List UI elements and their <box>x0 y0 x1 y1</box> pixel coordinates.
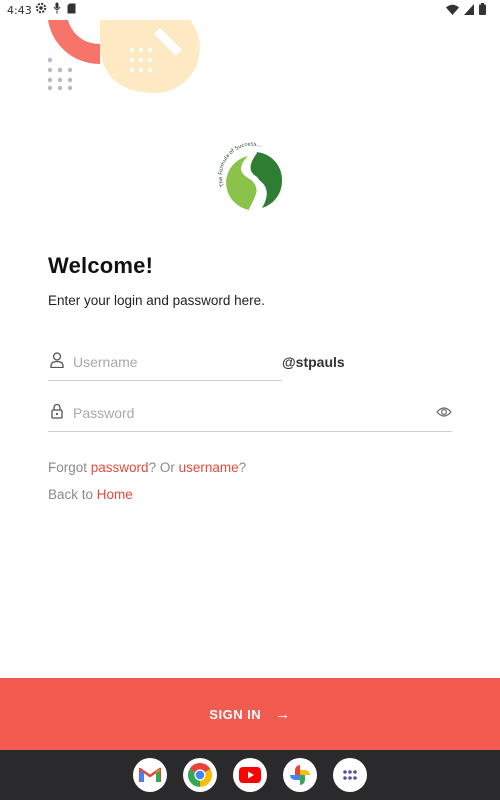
wifi-icon <box>446 4 459 15</box>
lock-icon <box>51 403 63 419</box>
photos-icon <box>290 765 310 785</box>
show-password-icon[interactable] <box>436 405 452 419</box>
back-to-home-line: Back to Home <box>48 487 133 502</box>
status-icons-right <box>446 3 486 15</box>
forgot-credentials-line: Forgot password? Or username? <box>48 460 246 475</box>
youtube-icon <box>239 767 261 783</box>
welcome-title: Welcome! <box>48 253 154 278</box>
forgot-prefix: Forgot <box>48 460 91 475</box>
sign-in-button[interactable]: SIGN IN → <box>0 678 500 750</box>
battery-icon <box>479 3 486 15</box>
sign-in-label: SIGN IN <box>209 706 262 722</box>
domain-suffix: @stpauls <box>282 354 345 370</box>
gmail-app[interactable] <box>133 758 167 792</box>
chrome-icon <box>187 762 213 787</box>
arrow-right-icon: → <box>275 705 291 723</box>
signal-icon <box>464 3 474 15</box>
welcome-subtitle: Enter your login and password here. <box>48 293 265 308</box>
forgot-suffix: ? <box>238 460 247 475</box>
home-link[interactable]: Home <box>97 487 133 502</box>
username-field[interactable] <box>48 351 282 381</box>
forgot-middle: ? Or <box>148 460 179 475</box>
forgot-password-link[interactable]: password <box>91 460 149 475</box>
back-prefix: Back to <box>48 487 97 502</box>
username-input[interactable] <box>73 351 278 373</box>
decorative-shapes <box>47 20 200 94</box>
password-field[interactable] <box>48 402 452 432</box>
app-dock <box>0 750 500 800</box>
app-drawer[interactable] <box>333 758 367 792</box>
password-input[interactable] <box>73 402 423 424</box>
gmail-icon <box>139 767 161 782</box>
photos-app[interactable] <box>283 758 317 792</box>
youtube-app[interactable] <box>233 758 267 792</box>
forgot-username-link[interactable]: username <box>179 460 239 475</box>
app-drawer-icon <box>343 770 357 780</box>
chrome-app[interactable] <box>183 758 217 792</box>
school-logo: The Formula of Success... <box>218 142 283 211</box>
user-icon <box>50 352 64 368</box>
